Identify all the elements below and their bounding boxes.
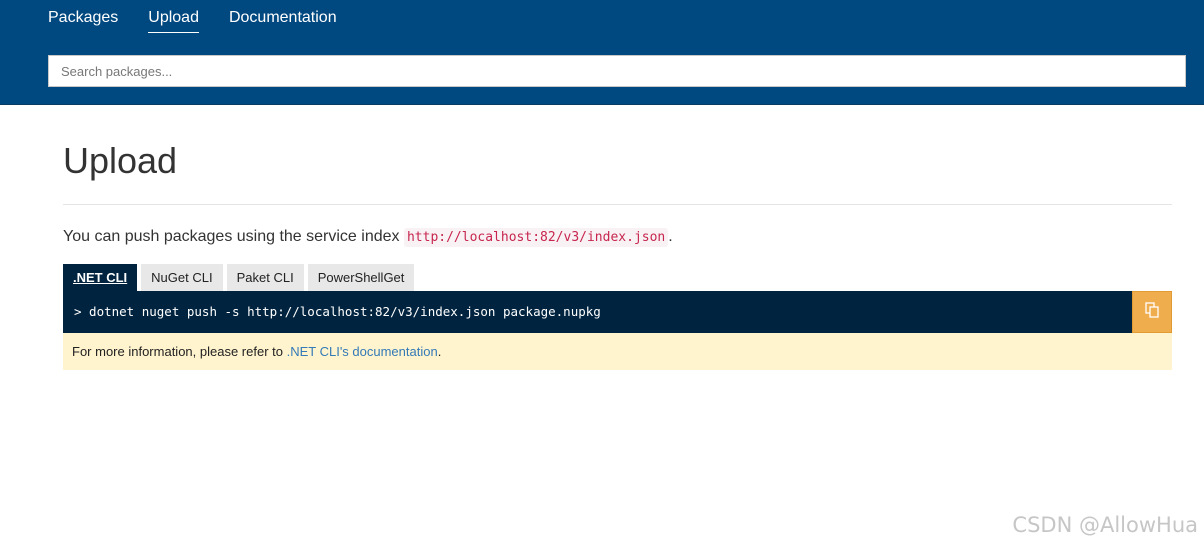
nav-upload[interactable]: Upload	[148, 8, 199, 33]
info-suffix: .	[437, 344, 442, 359]
command-text: > dotnet nuget push -s http://localhost:…	[74, 304, 601, 319]
page-title: Upload	[63, 140, 178, 181]
info-prefix: For more information, please refer to	[72, 344, 287, 359]
watermark: CSDN @AllowHua	[1012, 513, 1198, 537]
copy-icon	[1145, 301, 1159, 323]
intro-text: You can push packages using the service …	[63, 226, 673, 249]
copy-button[interactable]	[1132, 291, 1172, 333]
tab-powershellget[interactable]: PowerShellGet	[307, 264, 415, 291]
intro-suffix: .	[668, 228, 673, 245]
info-box: For more information, please refer to .N…	[63, 333, 1172, 370]
tab-nuget-cli[interactable]: NuGet CLI	[141, 264, 223, 291]
service-index-url: http://localhost:82/v3/index.json	[403, 228, 669, 247]
nav-documentation[interactable]: Documentation	[229, 8, 337, 33]
client-tabs: .NET CLI NuGet CLI Paket CLI PowerShellG…	[63, 264, 415, 291]
search-input[interactable]	[48, 55, 1186, 87]
tab-dotnet-cli[interactable]: .NET CLI	[63, 264, 138, 291]
title-divider	[63, 204, 1172, 205]
intro-prefix: You can push packages using the service …	[63, 228, 404, 245]
top-navbar: Packages Upload Documentation	[0, 0, 1204, 105]
tab-paket-cli[interactable]: Paket CLI	[226, 264, 304, 291]
main-nav: Packages Upload Documentation	[48, 8, 337, 33]
nav-packages[interactable]: Packages	[48, 8, 118, 33]
docs-link[interactable]: .NET CLI's documentation	[287, 344, 438, 359]
command-box: > dotnet nuget push -s http://localhost:…	[63, 291, 1172, 333]
